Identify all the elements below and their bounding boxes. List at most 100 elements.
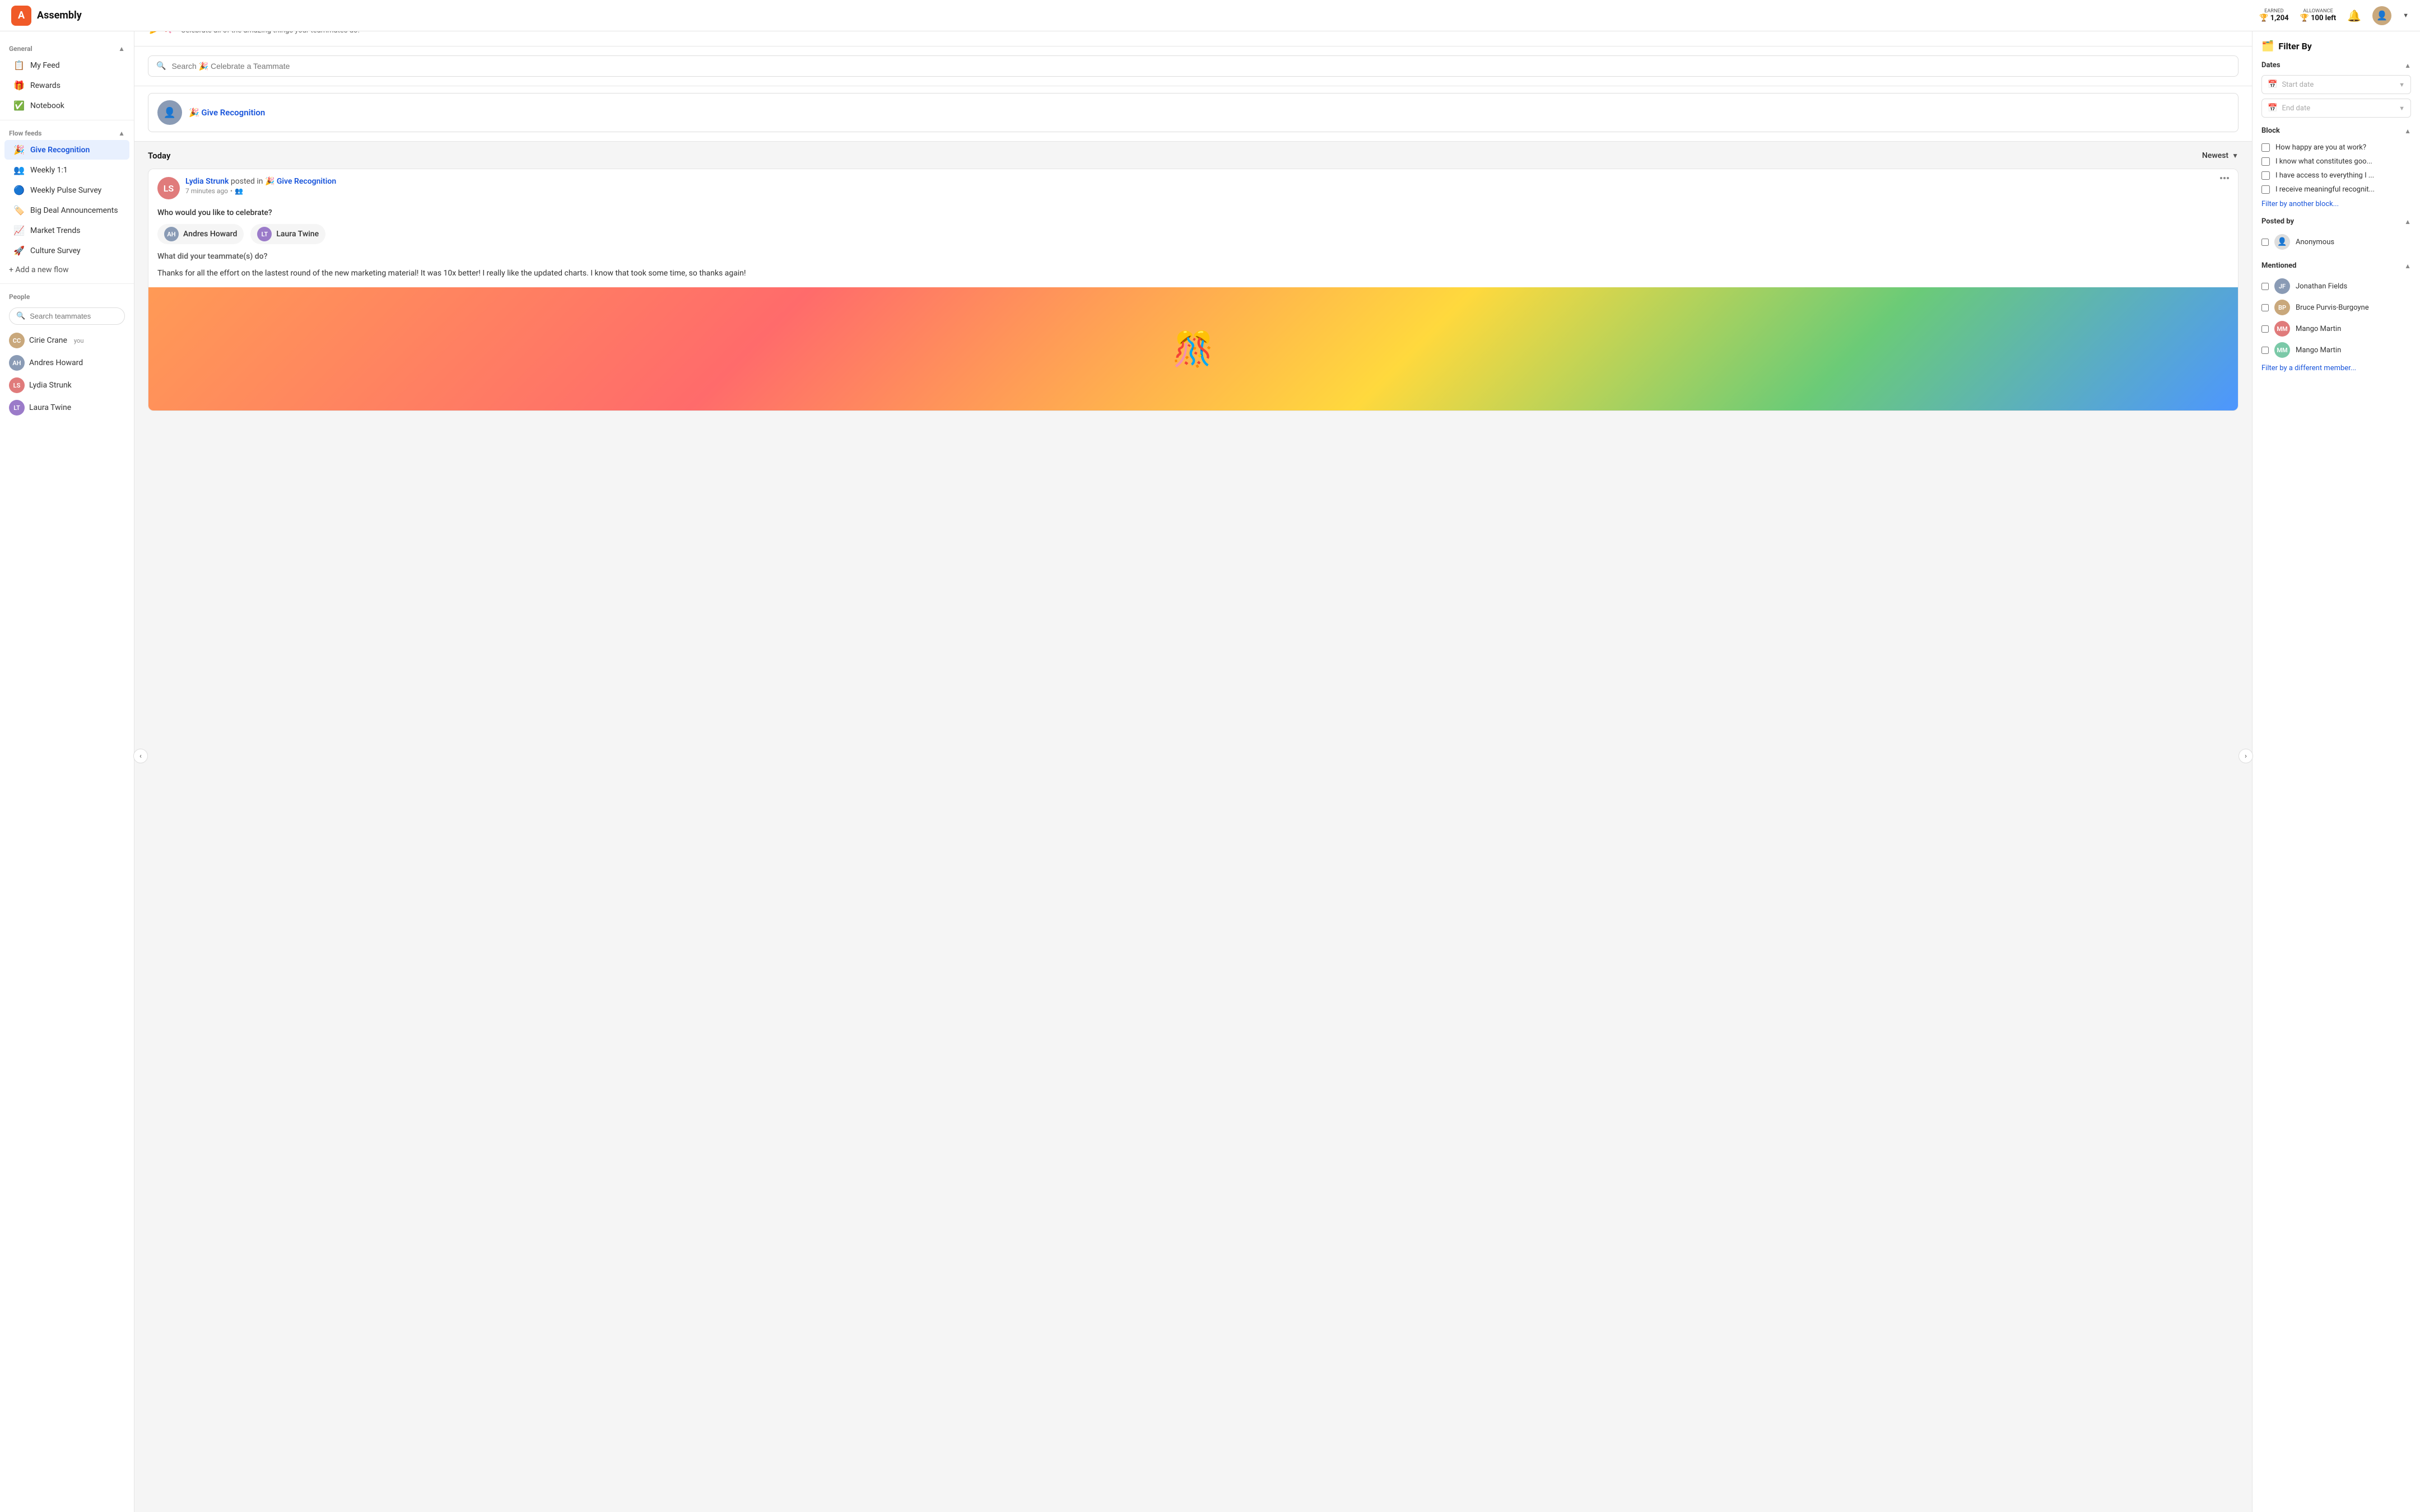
block-check-row-2: I have access to everything I ... xyxy=(2261,169,2411,183)
end-date-calendar-icon: 📅 xyxy=(2268,104,2277,113)
mentioned-checkbox-mango2[interactable] xyxy=(2261,347,2269,354)
sidebar-item-weekly-pulse-label: Weekly Pulse Survey xyxy=(30,186,101,195)
end-date-input[interactable]: 📅 End date ▼ xyxy=(2261,99,2411,118)
mentioned-checkbox-bruce[interactable] xyxy=(2261,304,2269,311)
post-who-label: Who would you like to celebrate? xyxy=(148,205,2238,221)
search-icon: 🔍 xyxy=(16,312,25,320)
sidebar-item-notebook[interactable]: ✅ Notebook xyxy=(4,96,129,115)
cirie-avatar: CC xyxy=(9,333,25,348)
block-item-1: I know what constitutes goo... xyxy=(2275,157,2372,166)
celebrate-search-wrapper: 🔍 xyxy=(134,46,2252,86)
jonathan-avatar: JF xyxy=(2274,278,2290,294)
user-avatar[interactable]: 👤 xyxy=(2372,6,2391,25)
flow-feeds-section-label: Flow feeds xyxy=(9,129,41,137)
people-item-andres[interactable]: AH Andres Howard xyxy=(0,352,134,374)
sidebar-section-general[interactable]: General ▲ xyxy=(0,40,134,55)
sidebar-item-weekly-pulse[interactable]: 🔵 Weekly Pulse Survey xyxy=(4,180,129,200)
flow-feeds-collapse-icon[interactable]: ▲ xyxy=(118,129,125,137)
mentioned-label: Mentioned xyxy=(2261,262,2297,270)
sidebar-item-market-trends[interactable]: 📈 Market Trends xyxy=(4,221,129,240)
market-trends-icon: 📈 xyxy=(13,225,25,236)
mentioned-row-mango1: MM Mango Martin xyxy=(2261,318,2411,339)
block-collapse-icon[interactable]: ▲ xyxy=(2404,127,2411,135)
post-author-name[interactable]: Lydia Strunk xyxy=(185,177,229,186)
notification-bell-icon[interactable]: 🔔 xyxy=(2347,9,2361,22)
sidebar-item-weekly-11-label: Weekly 1:1 xyxy=(30,166,68,175)
anonymous-label: Anonymous xyxy=(2296,238,2334,246)
filter-title: 🗂️ Filter By xyxy=(2261,40,2411,52)
search-teammates-input[interactable] xyxy=(30,312,118,320)
flow-selector-wrapper: 👤 🎉 Give Recognition xyxy=(134,86,2252,142)
andres-avatar: AH xyxy=(9,355,25,371)
celebrate-search-input[interactable] xyxy=(171,62,2230,71)
mentioned-checkbox-jonathan[interactable] xyxy=(2261,283,2269,290)
dates-collapse-icon[interactable]: ▲ xyxy=(2404,62,2411,69)
posted-by-checkbox-anonymous[interactable] xyxy=(2261,239,2269,246)
navbar-left: A Assembly xyxy=(11,6,82,26)
sidebar-item-my-feed[interactable]: 📋 My Feed xyxy=(4,55,129,75)
sidebar-item-add-flow[interactable]: + Add a new flow xyxy=(0,261,134,279)
post-what-label: What did your teammate(s) do? xyxy=(148,251,2238,265)
post-flow-link[interactable]: 🎉 Give Recognition xyxy=(265,177,336,186)
sidebar-section-flow-feeds[interactable]: Flow feeds ▲ xyxy=(0,125,134,139)
start-date-input[interactable]: 📅 Start date ▼ xyxy=(2261,75,2411,94)
people-item-laura[interactable]: LT Laura Twine xyxy=(0,396,134,419)
block-checkbox-2[interactable] xyxy=(2261,171,2270,180)
sidebar-item-big-deal[interactable]: 🏷️ Big Deal Announcements xyxy=(4,200,129,220)
allowance-value: 🏆 100 left xyxy=(2300,14,2337,22)
block-checkbox-0[interactable] xyxy=(2261,143,2270,152)
mentioned-row-mango2: MM Mango Martin xyxy=(2261,339,2411,361)
user-menu-chevron-icon[interactable]: ▼ xyxy=(2403,12,2409,19)
lydia-avatar: LS xyxy=(9,377,25,393)
post-celebration-image: 🎊 xyxy=(148,287,2238,410)
mentioned-collapse-icon[interactable]: ▲ xyxy=(2404,262,2411,270)
post-message-text: Thanks for all the effort on the lastest… xyxy=(148,265,2238,287)
collapse-left-button[interactable]: ‹ xyxy=(133,749,148,763)
posted-by-collapse-icon[interactable]: ▲ xyxy=(2404,218,2411,226)
celebrate-search-box[interactable]: 🔍 xyxy=(148,55,2238,77)
end-date-label: End date xyxy=(2282,104,2394,113)
post-meta: Lydia Strunk posted in 🎉 Give Recognitio… xyxy=(185,177,336,195)
celebrate-search-icon: 🔍 xyxy=(156,62,166,71)
people-item-lydia[interactable]: LS Lydia Strunk xyxy=(0,374,134,396)
jonathan-name: Jonathan Fields xyxy=(2296,282,2347,291)
block-item-2: I have access to everything I ... xyxy=(2275,171,2374,180)
logo-icon[interactable]: A xyxy=(11,6,31,26)
mentioned-row-jonathan: JF Jonathan Fields xyxy=(2261,276,2411,297)
search-teammates-field[interactable]: 🔍 xyxy=(9,307,125,325)
feed-sort-button[interactable]: Newest ▼ xyxy=(2202,151,2238,160)
people-item-cirie[interactable]: CC Cirie Crane you xyxy=(0,329,134,352)
sidebar-section-people[interactable]: People xyxy=(0,288,134,303)
collapse-right-button[interactable]: › xyxy=(2238,749,2253,763)
app-title: Assembly xyxy=(37,10,82,21)
sidebar: General ▲ 📋 My Feed 🎁 Rewards ✅ Notebook… xyxy=(0,31,134,1512)
post-options-button[interactable] xyxy=(2220,177,2229,179)
filter-another-block-link[interactable]: Filter by another block... xyxy=(2261,200,2339,208)
navbar-right: EARNED 🏆 1,204 ALLOWANCE 🏆 100 left 🔔 👤 … xyxy=(2259,6,2409,25)
filter-different-member-link[interactable]: Filter by a different member... xyxy=(2261,364,2356,372)
general-collapse-icon[interactable]: ▲ xyxy=(118,45,125,53)
sidebar-item-culture-survey[interactable]: 🚀 Culture Survey xyxy=(4,241,129,260)
feed-today-label: Today xyxy=(148,151,170,161)
sidebar-item-market-trends-label: Market Trends xyxy=(30,226,80,235)
sidebar-item-weekly-11[interactable]: 👥 Weekly 1:1 xyxy=(4,160,129,180)
sidebar-item-rewards[interactable]: 🎁 Rewards xyxy=(4,76,129,95)
flow-selector[interactable]: 👤 🎉 Give Recognition xyxy=(148,93,2238,132)
block-checkbox-1[interactable] xyxy=(2261,157,2270,166)
block-check-row-3: I receive meaningful recognit... xyxy=(2261,183,2411,197)
sidebar-item-rewards-label: Rewards xyxy=(30,81,61,90)
bruce-avatar: BP xyxy=(2274,300,2290,315)
sidebar-item-give-recognition-label: Give Recognition xyxy=(30,146,90,155)
weekly-pulse-icon: 🔵 xyxy=(13,185,25,195)
big-deal-icon: 🏷️ xyxy=(13,205,25,216)
sidebar-item-my-feed-label: My Feed xyxy=(30,61,60,70)
posted-by-label: Posted by xyxy=(2261,217,2294,226)
sort-chevron-icon: ▼ xyxy=(2232,152,2238,160)
post-header: LS Lydia Strunk posted in 🎉 Give Recogni… xyxy=(148,169,2238,205)
block-checkbox-3[interactable] xyxy=(2261,185,2270,194)
posted-by-row-anonymous: 👤 Anonymous xyxy=(2261,231,2411,253)
mentioned-checkbox-mango1[interactable] xyxy=(2261,325,2269,333)
sidebar-item-give-recognition[interactable]: 🎉 Give Recognition xyxy=(4,140,129,160)
celebratee-andres: AH Andres Howard xyxy=(157,224,244,244)
laura-celebratee-avatar: LT xyxy=(257,227,272,241)
